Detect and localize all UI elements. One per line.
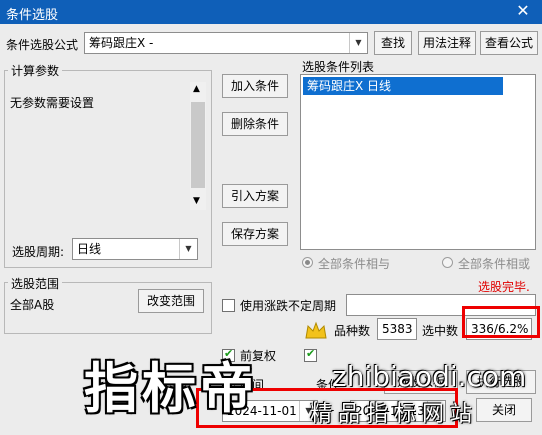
or-radio[interactable]	[442, 257, 453, 268]
and-radio[interactable]	[302, 257, 313, 268]
check-icon: ✔	[306, 347, 316, 360]
chevron-down-icon[interactable]: ▼	[179, 239, 197, 259]
usage-notes-button[interactable]: 用法注释	[418, 31, 476, 55]
count-value: 5383	[382, 322, 413, 336]
formula-select[interactable]: 筹码跟庄X - ▼	[84, 32, 368, 54]
params-group-label: 计算参数	[8, 62, 63, 79]
highlight-box-selected	[462, 306, 540, 338]
option-checkbox[interactable]: ✔	[304, 347, 317, 362]
chevron-down-icon[interactable]: ▼	[349, 33, 367, 53]
close-button[interactable]: 关闭	[476, 398, 532, 422]
conditions-list[interactable]: 筹码跟庄X 日线	[300, 74, 536, 250]
period-select[interactable]: 日线 ▼	[72, 238, 198, 260]
status-text: 选股完毕.	[478, 280, 530, 294]
or-radio-label: 全部条件相或	[458, 257, 531, 271]
formula-value: 筹码跟庄X -	[89, 36, 154, 50]
add-condition-button[interactable]: 加入条件	[222, 74, 288, 98]
uncertain-period-label: 使用涨跌不定周期	[240, 299, 337, 313]
close-icon[interactable]: ✕	[514, 2, 532, 20]
list-item[interactable]: 筹码跟庄X 日线	[303, 77, 503, 95]
selected-label: 选中数	[422, 324, 459, 338]
chevron-down-icon[interactable]: ▼	[193, 196, 200, 206]
period-label: 选股周期:	[12, 245, 65, 259]
count-label: 品种数	[334, 324, 371, 338]
params-scroll-thumb[interactable]	[191, 102, 205, 188]
import-scheme-button[interactable]: 引入方案	[222, 184, 288, 208]
watermark-slogan: 精品指标网站	[310, 402, 479, 427]
conditions-group-label: 选股条件列表	[302, 60, 375, 74]
formula-label: 条件选股公式	[6, 38, 79, 52]
watermark-site: zhibiaodi.com	[332, 360, 527, 393]
params-scrollbar[interactable]: ▲ ▼	[190, 82, 206, 210]
dialog-body: 条件选股公式 筹码跟庄X - ▼ 查找 用法注释 查看公式 计算参数 无参数需要…	[0, 24, 542, 435]
range-value: 全部A股	[10, 298, 55, 312]
window-title: 条件选股	[6, 8, 59, 23]
chevron-up-icon[interactable]: ▲	[193, 84, 200, 94]
watermark-logo: 指标帝	[84, 357, 258, 420]
params-message: 无参数需要设置	[10, 96, 95, 110]
period-value: 日线	[77, 242, 102, 256]
find-button[interactable]: 查找	[374, 31, 412, 55]
crown-icon	[305, 321, 327, 339]
count-field: 5383	[377, 318, 417, 340]
uncertain-period-checkbox[interactable]	[222, 299, 235, 312]
view-formula-button[interactable]: 查看公式	[480, 31, 538, 55]
and-radio-label: 全部条件相与	[318, 257, 391, 271]
delete-condition-button[interactable]: 删除条件	[222, 112, 288, 136]
save-scheme-button[interactable]: 保存方案	[222, 222, 288, 246]
title-bar: 条件选股 ✕	[0, 0, 542, 24]
range-group-label: 选股范围	[8, 275, 63, 292]
change-range-button[interactable]: 改变范围	[138, 289, 204, 313]
